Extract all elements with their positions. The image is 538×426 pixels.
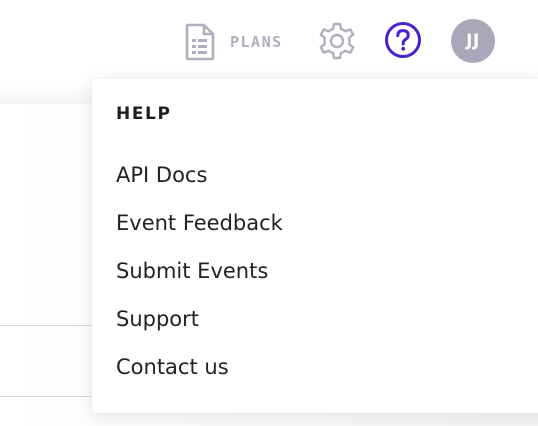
settings-button[interactable]: [317, 21, 357, 61]
top-header: PLANS JJ: [0, 0, 538, 84]
avatar-initials: JJ: [466, 31, 480, 51]
menu-item-event-feedback[interactable]: Event Feedback: [116, 211, 283, 235]
page: PLANS JJ HELP API Docs Event Feedback Su…: [0, 0, 538, 426]
gear-icon: [319, 22, 355, 60]
menu-item-api-docs[interactable]: API Docs: [116, 163, 207, 187]
help-dropdown-menu: HELP API Docs Event Feedback Submit Even…: [92, 79, 538, 413]
document-list-icon: [185, 23, 215, 61]
menu-item-support[interactable]: Support: [116, 307, 199, 331]
avatar[interactable]: JJ: [451, 19, 495, 63]
menu-item-contact-us[interactable]: Contact us: [116, 355, 229, 379]
question-circle-icon: [385, 22, 421, 58]
plans-label: PLANS: [230, 33, 283, 51]
help-menu-title: HELP: [116, 104, 172, 124]
help-button[interactable]: [383, 20, 423, 60]
divider: [0, 325, 100, 326]
divider: [0, 396, 100, 397]
plans-button[interactable]: PLANS: [184, 22, 283, 62]
menu-item-submit-events[interactable]: Submit Events: [116, 259, 268, 283]
